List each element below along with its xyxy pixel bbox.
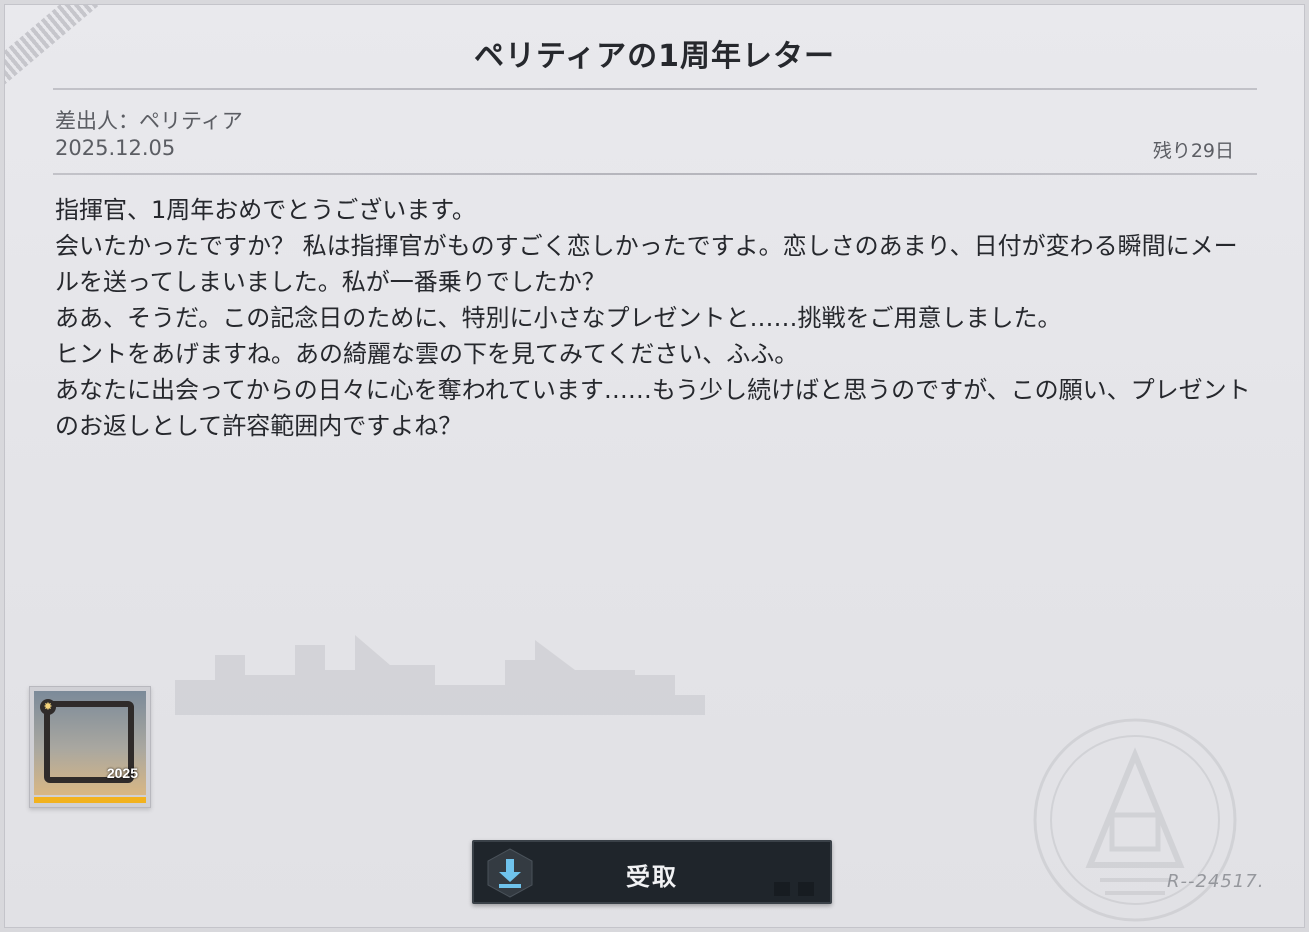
letter-panel: ペリティアの1周年レター 差出人：ペリティア 2025.12.05 残り29日 … <box>4 4 1305 928</box>
seal-stamp-icon <box>1033 718 1237 922</box>
letter-paragraph: 会いたかったですか？ 私は指揮官がものすごく恋しかったですよ。恋しさのあまり、日… <box>55 232 1238 296</box>
sender-label: 差出人：ペリティア <box>55 109 243 133</box>
button-decoration <box>774 882 814 896</box>
days-remaining: 残り29日 <box>1152 140 1234 162</box>
letter-paragraph: ああ、そうだ。この記念日のために、特別に小さなプレゼントと……挑戦をご用意しまし… <box>55 304 1062 332</box>
letter-paragraph: 指揮官、1周年おめでとうございます。 <box>55 196 476 224</box>
star-badge-icon: ✸ <box>40 699 56 715</box>
title-divider <box>53 88 1257 90</box>
reward-thumbnail: ✸ 2025 <box>34 691 146 795</box>
header-divider <box>53 173 1257 175</box>
stamp-code: R--24517. <box>1167 871 1265 892</box>
skyline-watermark <box>175 635 705 715</box>
letter-title: ペリティアの1周年レター <box>473 39 836 74</box>
letter-body: 指揮官、1周年おめでとうございます。 会いたかったですか？ 私は指揮官がものすご… <box>55 192 1255 444</box>
claim-button[interactable]: 受取 <box>472 840 832 904</box>
reward-year-label: 2025 <box>106 765 138 781</box>
letter-paragraph: ヒントをあげますね。あの綺麗な雲の下を見てみてください、ふふ。 <box>55 340 799 368</box>
reward-item[interactable]: ✸ 2025 <box>29 686 151 808</box>
letter-paragraph: あなたに出会ってからの日々に心を奪われています……もう少し続けばと思うのですが、… <box>55 376 1251 440</box>
rarity-bar <box>34 797 146 803</box>
letter-date: 2025.12.05 <box>55 136 176 160</box>
